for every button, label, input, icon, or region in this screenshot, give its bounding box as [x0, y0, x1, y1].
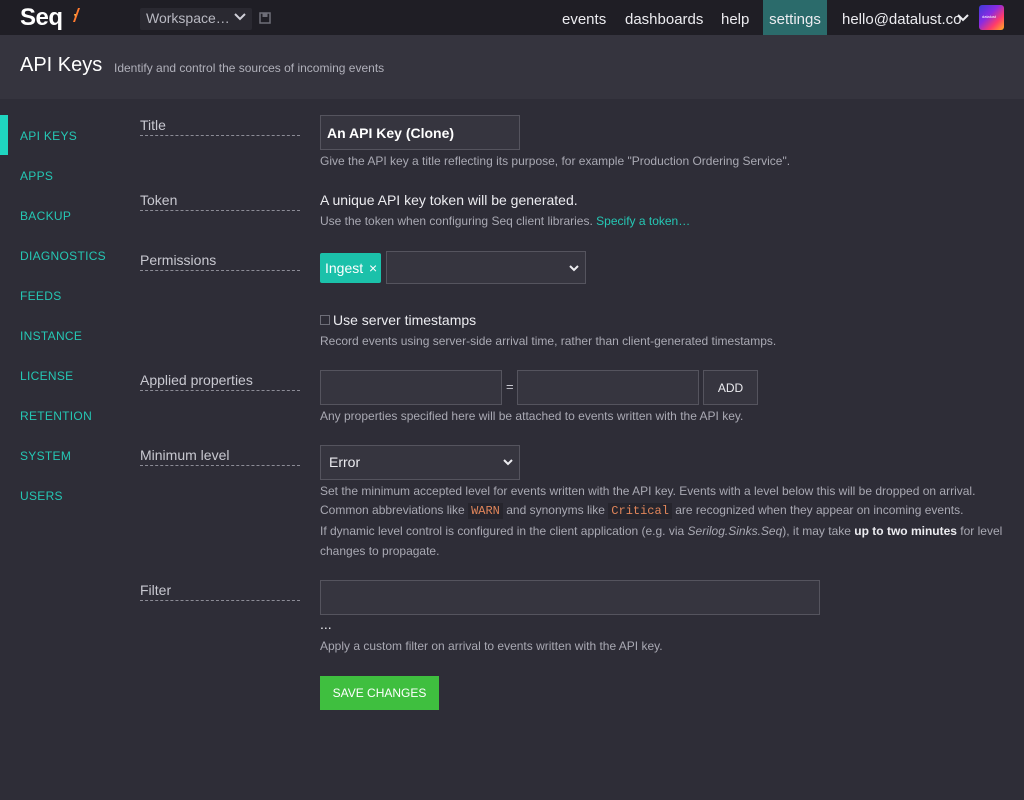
- remove-permission-button[interactable]: ×: [369, 260, 377, 276]
- help-text: Common abbreviations like: [320, 503, 465, 517]
- workspace-selector[interactable]: Workspace…: [140, 8, 252, 30]
- save-changes-button[interactable]: SAVE CHANGES: [320, 676, 439, 710]
- filter-help: Apply a custom filter on arrival to even…: [320, 639, 663, 653]
- title-label: Title: [140, 117, 300, 136]
- server-timestamps-checkbox[interactable]: [320, 315, 330, 325]
- chevron-down-icon: [503, 459, 513, 466]
- logo-mark-icon: [73, 8, 80, 22]
- minimum-level-value: Error: [329, 454, 361, 470]
- sidebar-item-api-keys[interactable]: API KEYS: [20, 129, 77, 143]
- filter-input[interactable]: [320, 580, 820, 615]
- chevron-down-icon[interactable]: [957, 14, 969, 22]
- two-minutes-text: up to two minutes: [854, 524, 957, 538]
- minimum-level-label: Minimum level: [140, 447, 300, 466]
- equals-sign: =: [506, 379, 514, 394]
- top-bar: Seq Workspace… events dashboards help se…: [0, 0, 1024, 35]
- sidebar-item-license[interactable]: LICENSE: [20, 369, 73, 383]
- chevron-down-icon: [234, 13, 246, 21]
- sidebar-item-diagnostics[interactable]: DIAGNOSTICS: [20, 249, 106, 263]
- applied-properties-help: Any properties specified here will be at…: [320, 409, 744, 423]
- minimum-level-select[interactable]: Error: [320, 445, 520, 480]
- nav-events[interactable]: events: [562, 0, 606, 35]
- permission-tag-ingest: Ingest ×: [320, 253, 381, 283]
- workspace-bookmark-icon[interactable]: [259, 12, 271, 24]
- title-input[interactable]: [320, 115, 520, 150]
- filter-label: Filter: [140, 582, 300, 601]
- page-title: API Keys: [20, 54, 103, 76]
- help-text: ), it may take: [782, 524, 851, 538]
- critical-code: Critical: [608, 503, 672, 519]
- server-timestamps-label[interactable]: Use server timestamps: [333, 312, 476, 328]
- sidebar-item-instance[interactable]: INSTANCE: [20, 329, 82, 343]
- minimum-level-help-1: Set the minimum accepted level for event…: [320, 484, 976, 498]
- permission-tag-label: Ingest: [325, 260, 364, 276]
- sidebar-item-retention[interactable]: RETENTION: [20, 409, 92, 423]
- token-help: Use the token when configuring Seq clien…: [320, 214, 690, 228]
- property-value-input[interactable]: [517, 370, 699, 405]
- nav-help[interactable]: help: [721, 0, 749, 35]
- sidebar-item-system[interactable]: SYSTEM: [20, 449, 71, 463]
- token-label: Token: [140, 192, 300, 211]
- permissions-label: Permissions: [140, 252, 300, 271]
- page-subtitle: Identify and control the sources of inco…: [114, 61, 385, 75]
- avatar-text: datalust: [982, 14, 997, 19]
- help-text: and synonyms like: [506, 503, 605, 517]
- server-timestamps-help: Record events using server-side arrival …: [320, 334, 777, 348]
- token-help-text: Use the token when configuring Seq clien…: [320, 214, 593, 228]
- help-text: for level: [960, 524, 1003, 538]
- sidebar-item-apps[interactable]: APPS: [20, 169, 53, 183]
- help-text: are recognized when they appear on incom…: [675, 503, 964, 517]
- title-help: Give the API key a title reflecting its …: [320, 154, 791, 168]
- minimum-level-help-2: Common abbreviations like WARN and synon…: [320, 503, 964, 519]
- property-name-input[interactable]: [320, 370, 502, 405]
- warn-code: WARN: [468, 503, 503, 519]
- applied-properties-label: Applied properties: [140, 372, 300, 391]
- sidebar-item-backup[interactable]: BACKUP: [20, 209, 71, 223]
- specify-token-link[interactable]: Specify a token…: [596, 214, 690, 228]
- minimum-level-help-3: If dynamic level control is configured i…: [320, 524, 1002, 538]
- minimum-level-help-4: changes to propagate.: [320, 544, 440, 558]
- seq-logo[interactable]: Seq: [20, 4, 63, 32]
- chevron-down-icon: [569, 265, 579, 272]
- active-indicator: [0, 115, 8, 155]
- help-text: If dynamic level control is configured i…: [320, 524, 685, 538]
- avatar[interactable]: datalust: [979, 5, 1004, 30]
- sidebar-item-users[interactable]: USERS: [20, 489, 63, 503]
- sidebar-item-feeds[interactable]: FEEDS: [20, 289, 62, 303]
- nav-settings[interactable]: settings: [763, 0, 827, 35]
- filter-ellipsis: ...: [320, 616, 332, 632]
- user-menu[interactable]: hello@datalust.co: [842, 0, 961, 35]
- nav-dashboards[interactable]: dashboards: [625, 0, 703, 35]
- permissions-select[interactable]: [386, 251, 586, 284]
- serilog-sink-name: Serilog.Sinks.Seq: [687, 524, 783, 538]
- token-text: A unique API key token will be generated…: [320, 192, 578, 208]
- page-header: API Keys Identify and control the source…: [0, 35, 1024, 99]
- workspace-label: Workspace…: [146, 10, 230, 26]
- add-property-button[interactable]: ADD: [703, 370, 758, 405]
